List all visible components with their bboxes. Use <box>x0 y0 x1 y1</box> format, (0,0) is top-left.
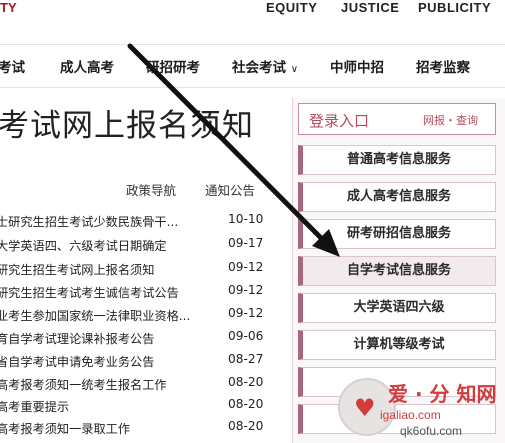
news-date: 08-27 <box>228 352 264 366</box>
news-title[interactable]: 大学英语四、六级考试日期确定 <box>0 236 218 254</box>
news-title[interactable]: 高考报考须知一统考生报名工作 <box>0 375 218 393</box>
news-item[interactable]: 育自学考试理论课补报考公告 09-06 <box>0 329 280 352</box>
service-button-general-exam[interactable]: 普通高考信息服务 <box>298 145 496 175</box>
main-navigation: 考试 成人高考 研招研考 社会考试 ∨ 中师中招 招考监察 <box>0 44 505 88</box>
service-button-computer-exam[interactable]: 计算机等级考试 <box>298 330 496 360</box>
watermark-text: 爱 · 分 知网 <box>388 382 497 406</box>
nav-item-adult-exam[interactable]: 成人高考 <box>60 56 114 76</box>
news-item[interactable]: 高考报考须知一统考生报名工作 08-20 <box>0 375 280 398</box>
top-bar: TY EQUITY JUSTICE PUBLICITY <box>0 0 505 22</box>
nav-item-exam[interactable]: 考试 <box>0 56 25 76</box>
news-date: 09-12 <box>228 260 264 274</box>
nav-item-social-exam-label: 社会考试 <box>232 60 286 76</box>
nav-item-graduate-exam[interactable]: 研招研考 <box>146 56 200 76</box>
news-title[interactable]: 士研究生招生考试少数民族骨干... <box>0 212 218 230</box>
news-date: 09-06 <box>228 329 264 343</box>
watermark-url: igaliao.com <box>380 408 441 422</box>
news-title[interactable]: 高考重要提示 <box>0 397 218 415</box>
service-button-adult-exam[interactable]: 成人高考信息服务 <box>298 182 496 212</box>
news-item[interactable]: 省自学考试申请免考业务公告 08-27 <box>0 352 280 375</box>
tab-notices[interactable]: 通知公告 <box>205 180 255 199</box>
news-date: 08-20 <box>228 375 264 389</box>
news-date: 10-10 <box>228 212 264 226</box>
motto-justice: JUSTICE <box>341 0 400 15</box>
news-date: 09-12 <box>228 283 264 297</box>
news-date: 08-20 <box>228 419 264 433</box>
site-logo-fragment[interactable]: TY <box>0 0 17 15</box>
login-entry[interactable]: 登录入口 网报・查询 <box>298 103 496 135</box>
nav-item-secondary-enroll[interactable]: 中师中招 <box>330 56 384 76</box>
tab-policy-navigation[interactable]: 政策导航 <box>126 180 176 199</box>
watermark-logo: ♥ 爱 · 分 知网 igaliao.com qk6ofu.com <box>338 372 498 442</box>
news-item[interactable]: 高考重要提示 08-20 <box>0 397 280 420</box>
login-entry-subtitle[interactable]: 网报・查询 <box>423 112 478 128</box>
nav-item-exam-supervision[interactable]: 招考监察 <box>416 56 470 76</box>
watermark-url-secondary: qk6ofu.com <box>400 424 463 438</box>
news-item[interactable]: 业考生参加国家统一法律职业资格... 09-12 <box>0 306 280 329</box>
news-title[interactable]: 业考生参加国家统一法律职业资格... <box>0 306 218 324</box>
news-date: 09-12 <box>228 306 264 320</box>
news-date: 09-17 <box>228 236 264 250</box>
news-item[interactable]: 高考报考须知一录取工作 08-20 <box>0 419 280 442</box>
service-button-self-study-exam[interactable]: 自学考试信息服务 <box>298 256 496 286</box>
service-button-cet[interactable]: 大学英语四六级 <box>298 293 496 323</box>
page-title: 考试网上报名须知 <box>0 108 254 144</box>
news-item[interactable]: 大学英语四、六级考试日期确定 09-17 <box>0 236 280 259</box>
motto-equity: EQUITY <box>266 0 318 15</box>
chevron-down-icon: ∨ <box>290 64 299 75</box>
news-item[interactable]: 研究生招生考试考生诚信考试公告 09-12 <box>0 283 280 306</box>
service-button-graduate-exam[interactable]: 研考研招信息服务 <box>298 219 496 249</box>
nav-item-social-exam[interactable]: 社会考试 ∨ <box>232 56 298 76</box>
news-item[interactable]: 士研究生招生考试少数民族骨干... 10-10 <box>0 212 280 235</box>
heart-icon: ♥ <box>354 394 376 422</box>
news-title[interactable]: 研究生招生考试网上报名须知 <box>0 260 218 278</box>
news-title[interactable]: 高考报考须知一录取工作 <box>0 419 218 437</box>
motto-publicity: PUBLICITY <box>418 0 492 15</box>
news-item[interactable]: 研究生招生考试网上报名须知 09-12 <box>0 260 280 283</box>
news-date: 08-20 <box>228 397 264 411</box>
news-title[interactable]: 育自学考试理论课补报考公告 <box>0 329 218 347</box>
news-title[interactable]: 省自学考试申请免考业务公告 <box>0 352 218 370</box>
login-entry-title: 登录入口 <box>309 112 370 130</box>
news-title[interactable]: 研究生招生考试考生诚信考试公告 <box>0 283 218 301</box>
